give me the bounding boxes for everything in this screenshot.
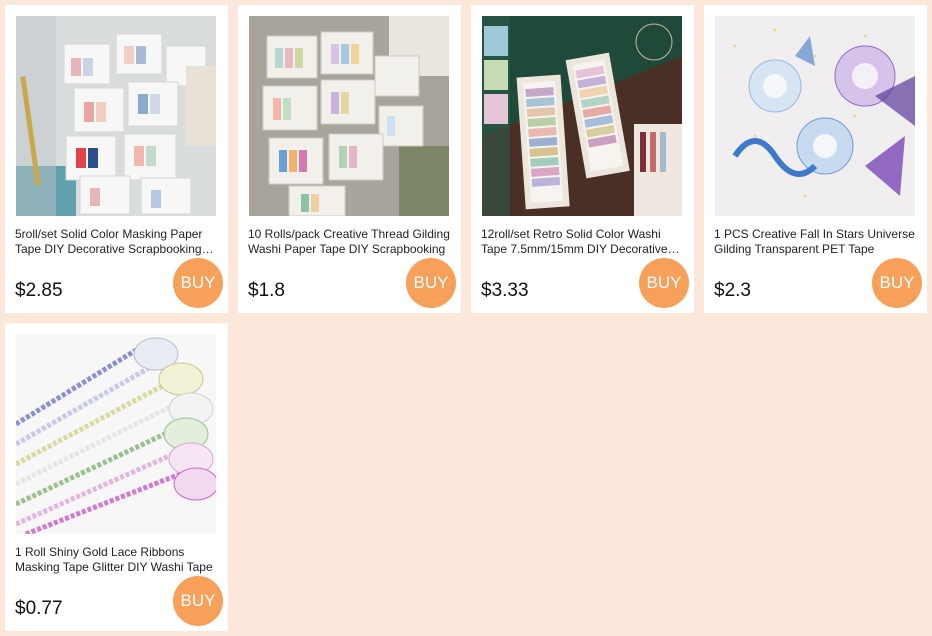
product-title[interactable]: 1 Roll Shiny Gold Lace Ribbons Masking T… (15, 545, 219, 575)
product-price: $1.8 (248, 280, 285, 301)
product-price: $0.77 (15, 598, 63, 619)
product-card[interactable]: 1 PCS Creative Fall In Stars Universe Gi… (704, 5, 927, 313)
product-card[interactable]: 5roll/set Solid Color Masking Paper Tape… (5, 5, 228, 313)
buy-button[interactable]: BUY (639, 258, 689, 308)
product-title[interactable]: 5roll/set Solid Color Masking Paper Tape… (15, 227, 219, 257)
product-title[interactable]: 1 PCS Creative Fall In Stars Universe Gi… (714, 227, 918, 257)
buy-button[interactable]: BUY (173, 576, 223, 626)
product-card[interactable]: 10 Rolls/pack Creative Thread Gilding Wa… (238, 5, 461, 313)
product-title[interactable]: 10 Rolls/pack Creative Thread Gilding Wa… (248, 227, 452, 257)
product-price: $2.85 (15, 280, 63, 301)
buy-button[interactable]: BUY (872, 258, 922, 308)
buy-button[interactable]: BUY (406, 258, 456, 308)
product-image[interactable] (715, 16, 915, 216)
product-card[interactable]: 1 Roll Shiny Gold Lace Ribbons Masking T… (5, 323, 228, 631)
product-image[interactable] (482, 16, 682, 216)
product-price: $2.3 (714, 280, 751, 301)
product-image[interactable] (16, 334, 216, 534)
product-price: $3.33 (481, 280, 529, 301)
product-grid: 5roll/set Solid Color Masking Paper Tape… (5, 5, 930, 631)
product-image[interactable] (16, 16, 216, 216)
product-card[interactable]: 12roll/set Retro Solid Color Washi Tape … (471, 5, 694, 313)
product-image[interactable] (249, 16, 449, 216)
product-title[interactable]: 12roll/set Retro Solid Color Washi Tape … (481, 227, 685, 257)
buy-button[interactable]: BUY (173, 258, 223, 308)
